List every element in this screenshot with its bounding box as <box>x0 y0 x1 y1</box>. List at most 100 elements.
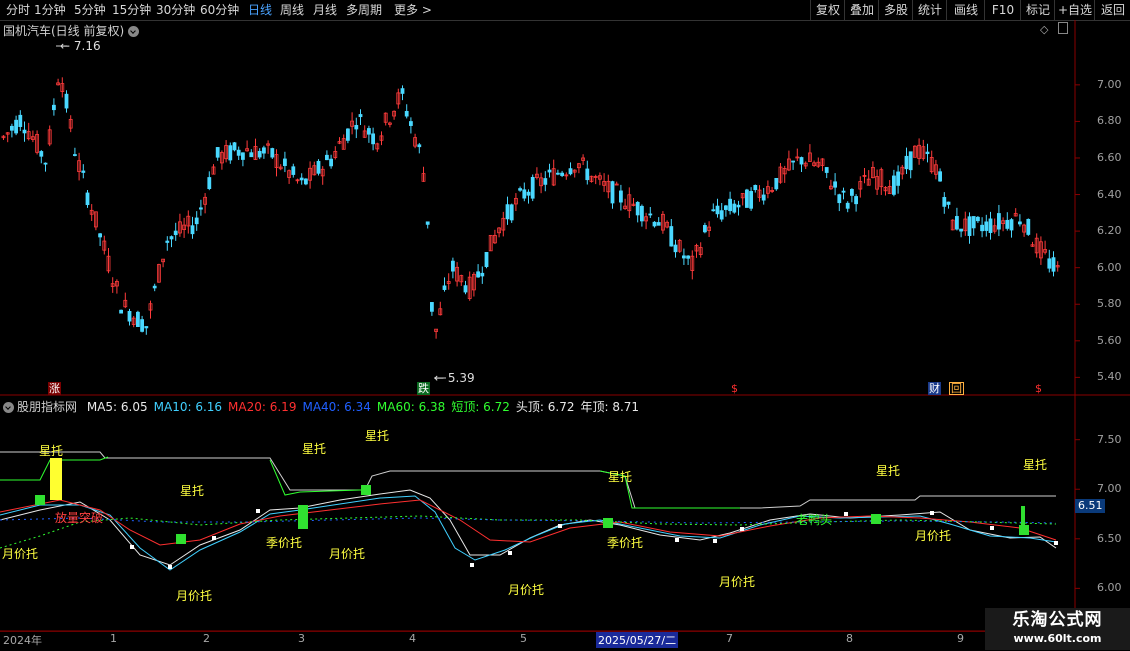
candle-body <box>959 228 963 232</box>
candle-body <box>556 172 560 175</box>
candle-body <box>904 155 909 170</box>
candle-body <box>400 88 405 94</box>
candle-body <box>270 148 275 158</box>
candle-body <box>169 236 174 240</box>
dollar-marker-1[interactable]: $ <box>731 382 738 395</box>
signal-square <box>361 485 371 495</box>
indicator-value: 年顶: 8.71 <box>580 400 640 414</box>
cursor-date-label: 2025/05/27/二 <box>596 632 679 648</box>
indicator-header: 股朋指标网 MA5: 6.05 MA10: 6.16 MA20: 6.19 MA40:… <box>3 398 651 415</box>
candle-body <box>43 162 48 165</box>
date-axis <box>0 631 1075 651</box>
back-marker[interactable]: 回 <box>949 382 964 395</box>
candle-body <box>232 142 237 151</box>
date-label: 7 <box>726 632 733 645</box>
candle-body <box>39 151 44 157</box>
ma10-line <box>0 495 1057 571</box>
candle-body <box>908 151 913 171</box>
indicator-label: 月价托 <box>508 583 545 597</box>
ma5-point <box>168 565 172 569</box>
candle-body <box>194 217 199 225</box>
date-label: 9 <box>957 632 964 645</box>
candle-body <box>9 125 14 131</box>
high-price-label: ← 7.16 <box>60 39 101 53</box>
date-label: 4 <box>409 632 416 645</box>
candle-body <box>18 114 23 127</box>
candle-body <box>719 210 724 220</box>
candle-body <box>585 168 590 181</box>
ma60-line <box>0 515 1057 549</box>
candle-body <box>291 166 296 175</box>
candle-body <box>673 244 678 253</box>
ma5-point <box>470 563 474 567</box>
candle-body <box>837 194 842 204</box>
price-tick-label: 5.40 <box>1097 370 1122 384</box>
price-axis <box>1075 84 1080 378</box>
watermark-logo: 乐淘公式网 www.60lt.com <box>985 608 1130 650</box>
candle-body <box>736 204 741 208</box>
candle-body <box>925 151 930 155</box>
ma5-point <box>130 545 134 549</box>
candle-body <box>967 216 972 236</box>
candle-body <box>476 271 481 278</box>
candle-body <box>635 201 640 216</box>
candle-body <box>119 309 123 314</box>
candle-body <box>173 230 178 236</box>
signal-square <box>35 495 45 505</box>
date-label: 2024年 <box>3 634 42 647</box>
indicator-menu-icon[interactable] <box>3 402 14 413</box>
indicator-label: 月价托 <box>915 529 952 543</box>
candle-body <box>686 255 690 259</box>
candle-body <box>198 207 203 210</box>
candle-body <box>442 285 447 290</box>
kline-chart[interactable] <box>0 0 1130 650</box>
dollar-marker-2[interactable]: $ <box>1035 382 1042 395</box>
candle-body <box>408 121 413 126</box>
candle-body <box>1026 218 1031 235</box>
candle-body <box>745 189 749 208</box>
finance-marker[interactable]: 财 <box>928 382 941 395</box>
candle-body <box>22 129 27 134</box>
candle-body <box>236 149 241 156</box>
candle-body <box>417 144 422 148</box>
candle-body <box>850 189 854 196</box>
candle-body <box>656 222 661 226</box>
candle-body <box>761 194 766 201</box>
candle-body <box>526 191 531 196</box>
candle-body <box>955 216 959 230</box>
ma5-point <box>990 526 994 530</box>
date-label: 8 <box>846 632 853 645</box>
candle-body <box>282 158 287 166</box>
candle-body <box>732 203 737 213</box>
indicator-name[interactable]: 股朋指标网 <box>17 400 77 414</box>
indicator-value: 短顶: 6.72 <box>451 400 510 414</box>
price-tick-label: 6.60 <box>1097 150 1122 164</box>
indicator-label: 放量突破 <box>55 511 104 525</box>
candle-body <box>984 221 989 231</box>
ma40-line <box>0 517 1057 524</box>
ma5-point <box>844 512 848 516</box>
price-tick-label: 7.00 <box>1097 77 1122 91</box>
indicator-label: 月价托 <box>719 575 756 589</box>
indicator-label: 星托 <box>608 470 633 484</box>
date-label: 1 <box>110 632 117 645</box>
indicator-tick-label: 6.50 <box>1097 531 1122 545</box>
candle-body <box>988 218 993 233</box>
candle-body <box>946 201 951 205</box>
indicator-label: 季价托 <box>266 536 303 550</box>
ma5-line <box>0 489 1057 566</box>
candle-body <box>942 197 947 207</box>
candle-body <box>140 319 145 332</box>
fall-marker[interactable]: 跌 <box>417 382 430 395</box>
indicator-label: 星托 <box>180 484 205 498</box>
candle-body <box>976 216 980 222</box>
candle-body <box>560 172 564 176</box>
indicator-label: 星托 <box>1023 458 1048 472</box>
candle-body <box>85 192 90 206</box>
candle-body <box>518 188 522 191</box>
candle-body <box>127 310 132 322</box>
rise-marker[interactable]: 涨 <box>48 382 61 395</box>
low-price-value: 5.39 <box>447 371 475 385</box>
indicator-label: 月价托 <box>329 547 366 561</box>
indicator-value: MA10: 6.16 <box>153 400 223 414</box>
